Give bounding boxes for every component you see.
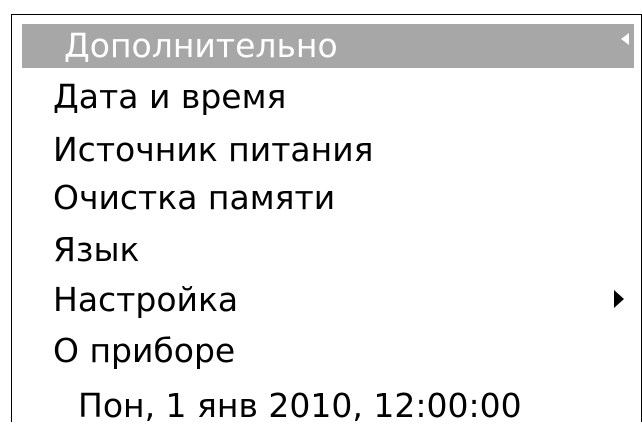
menu-item-language[interactable]: Язык	[53, 228, 139, 272]
menu-item-clear-memory[interactable]: Очистка памяти	[53, 176, 335, 220]
menu-title: Дополнительно	[64, 26, 338, 65]
menu-item-settings[interactable]: Настройка	[53, 278, 238, 322]
menu-item-date-time[interactable]: Дата и время	[53, 75, 286, 119]
menu-item-about[interactable]: О приборе	[53, 329, 235, 373]
menu-header[interactable]: Дополнительно	[22, 24, 634, 68]
frame-top-border	[11, 14, 642, 15]
triangle-left-icon[interactable]	[621, 33, 629, 45]
menu-item-power-source[interactable]: Источник питания	[53, 128, 374, 172]
device-screen: Дополнительно Дата и время Источник пита…	[0, 0, 642, 425]
datetime-status: Пон, 1 янв 2010, 12:00:00	[78, 386, 522, 425]
triangle-right-icon	[614, 290, 624, 308]
frame-left-border	[11, 14, 12, 422]
